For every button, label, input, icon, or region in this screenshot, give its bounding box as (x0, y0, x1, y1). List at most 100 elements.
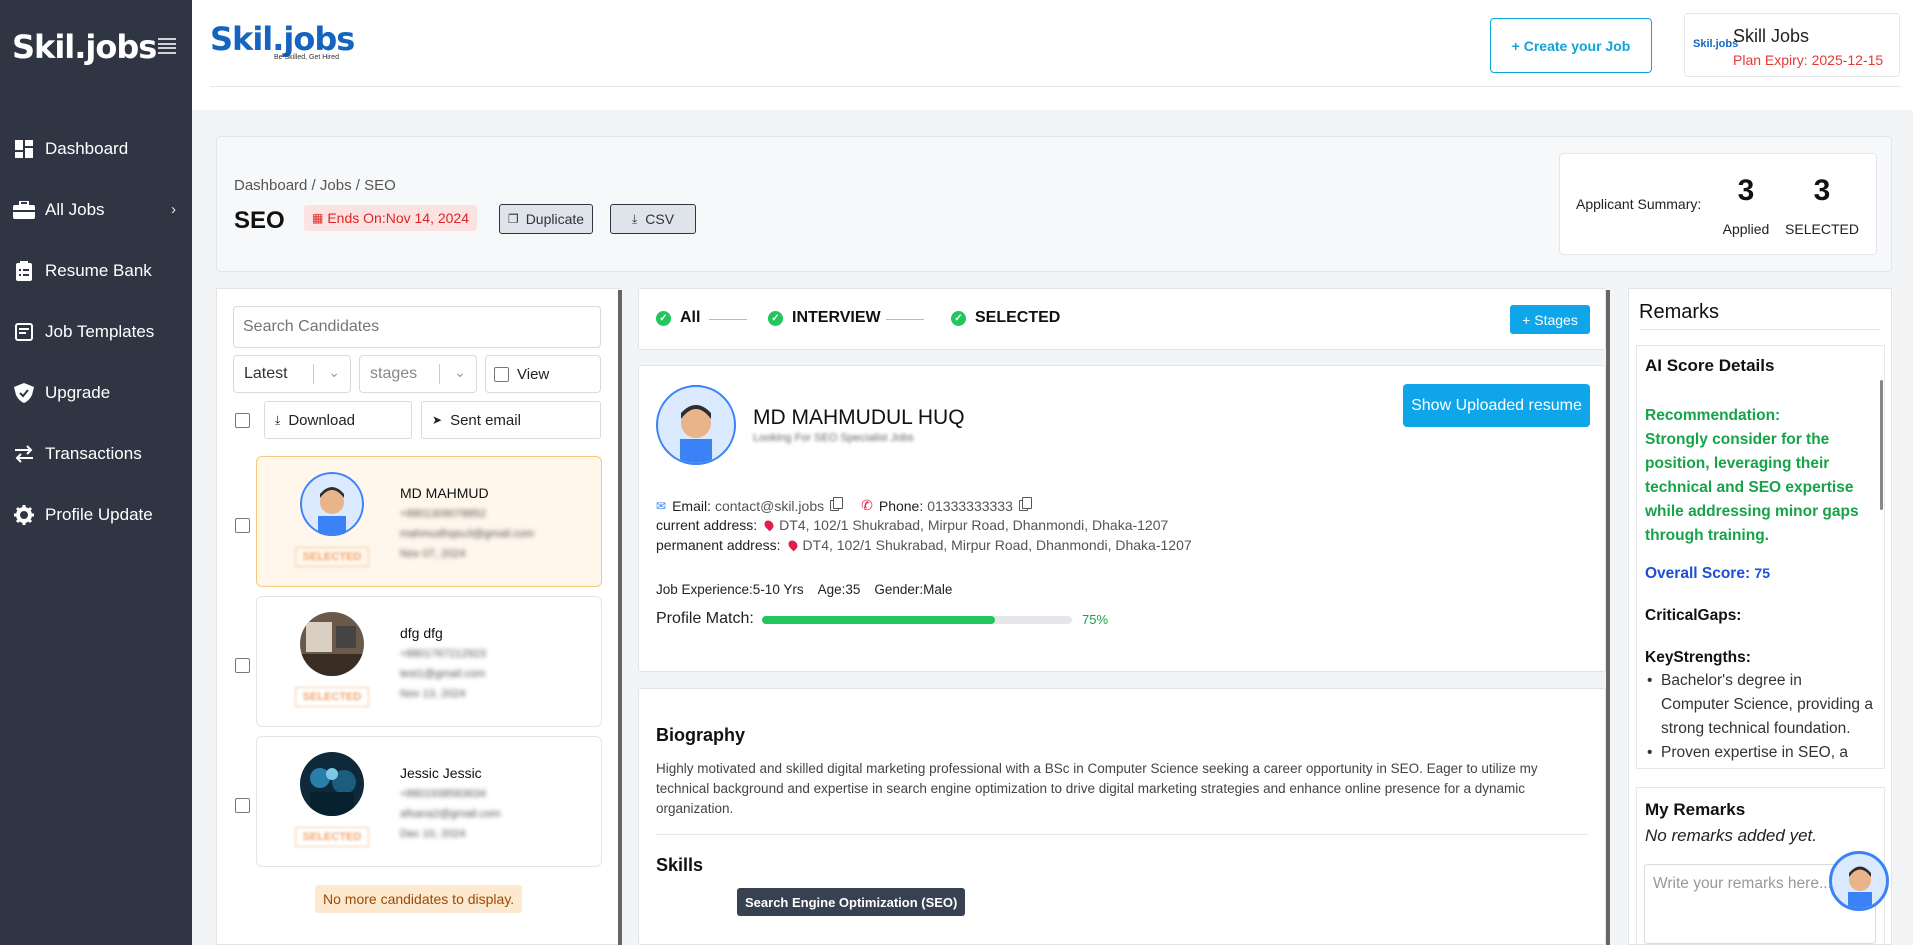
remarks-divider (1639, 329, 1881, 330)
chevron-down-icon: ⌄ (328, 364, 340, 380)
sidebar-menu: Dashboard All Jobs › Resume Bank Job Tem… (0, 118, 192, 545)
company-logo: Skil.jobs (1693, 38, 1739, 50)
recommendation-label: Recommendation: (1645, 407, 1781, 424)
candidate-checkbox[interactable] (235, 518, 250, 533)
check-icon: ✓ (656, 310, 671, 326)
deadline-badge: ▦ Ends On:Nov 14, 2024 (304, 205, 477, 231)
experience-text: Job Experience:5-10 Yrs (656, 582, 804, 597)
select-all-checkbox[interactable] (235, 413, 250, 428)
candidate-name: MD MAHMUD (400, 485, 489, 501)
view-checkbox[interactable] (494, 366, 509, 382)
stage-selected[interactable]: ✓ SELECTED (951, 309, 1060, 327)
sidebar: Skil.jobs Dashboard All Jobs › Resume Ba… (0, 0, 192, 945)
clipboard-icon (13, 260, 35, 282)
sidebar-item-upgrade[interactable]: Upgrade (0, 362, 192, 423)
left-panel-scrollbar[interactable] (618, 290, 622, 945)
section-divider (656, 834, 1588, 835)
stage-filter-bar: ✓ All ✓ INTERVIEW ✓ SELECTED + Stages (638, 288, 1606, 350)
sidebar-item-label: Transactions (45, 443, 142, 463)
selected-label: SELECTED (1785, 221, 1859, 237)
applied-count: 3 (1737, 174, 1755, 207)
key-strengths-label: KeyStrengths: (1645, 649, 1751, 666)
avatar (300, 472, 364, 536)
ai-score-box[interactable]: AI Score Details Recommendation: Strongl… (1636, 345, 1885, 769)
candidate-checkbox[interactable] (235, 658, 250, 673)
stage-all[interactable]: ✓ All (656, 309, 700, 327)
sidebar-item-dashboard[interactable]: Dashboard (0, 118, 192, 179)
phone-label: Phone: (878, 497, 924, 514)
profile-match-value: 75% (1082, 612, 1109, 627)
sidebar-item-label: All Jobs (45, 199, 105, 219)
brand-logo[interactable]: Skil.jobs Be Skilled, Get Hired (210, 20, 355, 61)
candidate-card[interactable]: SELECTED dfg dfg +8801767212923 test1@gm… (256, 596, 602, 727)
csv-label: CSV (645, 211, 675, 227)
assistant-chat-button[interactable] (1829, 851, 1889, 911)
download-icon: ⤓ (275, 412, 281, 427)
briefcase-icon (13, 199, 35, 221)
current-address-label: current address: (656, 517, 758, 533)
search-input[interactable] (233, 306, 601, 348)
send-icon: ➤ (432, 413, 443, 427)
candidate-email: afsana2@gmail.com (400, 808, 501, 820)
show-resume-button[interactable]: Show Uploaded resume (1403, 384, 1590, 427)
brand-logo-text: Skil.jobs (210, 20, 355, 58)
duplicate-button[interactable]: ❐ Duplicate (499, 204, 593, 234)
remarks-panel: Remarks AI Score Details Recommendation:… (1628, 288, 1892, 945)
duplicate-label: Duplicate (525, 211, 585, 227)
candidate-phone: +8801938583634 (400, 788, 486, 800)
menu-toggle-icon[interactable] (158, 38, 176, 54)
sidebar-item-label: Job Templates (45, 321, 155, 341)
avatar (300, 752, 364, 816)
plan-card[interactable]: Skil.jobs Skill Jobs Plan Expiry: 2025-1… (1684, 13, 1900, 77)
send-email-button[interactable]: ➤ Sent email (421, 401, 601, 439)
select-divider (439, 364, 440, 384)
current-address-value: DT4, 102/1 Shukrabad, Mirpur Road, Dhanm… (779, 517, 1169, 533)
add-stages-button[interactable]: + Stages (1510, 305, 1590, 334)
permanent-address-value: DT4, 102/1 Shukrabad, Mirpur Road, Dhanm… (802, 537, 1192, 553)
sidebar-item-transactions[interactable]: Transactions (0, 423, 192, 484)
plan-expiry: Plan Expiry: 2025-12-15 (1733, 52, 1884, 68)
sidebar-item-label: Resume Bank (45, 260, 152, 280)
stages-select[interactable]: stages ⌄ (359, 355, 477, 393)
sidebar-item-label: Profile Update (45, 504, 153, 524)
middle-panel-scrollbar[interactable] (1606, 290, 1610, 945)
create-job-button[interactable]: + Create your Job (1490, 18, 1652, 73)
header-divider (210, 86, 1901, 87)
gender-text: Gender:Male (874, 582, 953, 597)
recommendation: Recommendation: Strongly consider for th… (1645, 404, 1873, 548)
sidebar-item-resume-bank[interactable]: Resume Bank (0, 240, 192, 301)
download-button[interactable]: ⤓ Download (264, 401, 412, 439)
calendar-icon: ▦ (312, 211, 324, 225)
phone-icon: ✆ (861, 497, 873, 513)
list-item: Bachelor's degree in Computer Science, p… (1645, 669, 1873, 741)
candidate-card[interactable]: SELECTED Jessic Jessic +8801938583634 af… (256, 736, 602, 867)
copy-email-icon[interactable] (830, 497, 844, 511)
biography-text: Highly motivated and skilled digital mar… (656, 761, 1538, 816)
sort-select[interactable]: Latest ⌄ (233, 355, 351, 393)
sidebar-item-all-jobs[interactable]: All Jobs › (0, 179, 192, 240)
csv-button[interactable]: ⤓ CSV (610, 204, 696, 234)
sidebar-logo[interactable]: Skil.jobs (12, 28, 157, 66)
breadcrumb[interactable]: Dashboard / Jobs / SEO (234, 177, 396, 194)
remarks-title: Remarks (1639, 301, 1720, 323)
email-value[interactable]: contact@skil.jobs (715, 498, 824, 514)
stage-interview[interactable]: ✓ INTERVIEW (768, 309, 881, 327)
sidebar-item-job-templates[interactable]: Job Templates (0, 301, 192, 362)
ai-box-scrollbar[interactable] (1880, 380, 1883, 510)
overall-score-label: Overall Score: (1645, 565, 1751, 582)
overall-score: Overall Score: 75 (1645, 565, 1873, 583)
sidebar-item-profile-update[interactable]: Profile Update (0, 484, 192, 545)
copy-phone-icon[interactable] (1018, 497, 1032, 511)
chevron-down-icon: ⌄ (454, 364, 466, 380)
select-divider (313, 364, 314, 384)
candidate-checkbox[interactable] (235, 798, 250, 813)
candidate-email: test1@gmail.com (400, 668, 486, 680)
gear-icon (13, 504, 35, 526)
candidate-card[interactable]: SELECTED MD MAHMUD +8801309078852 mahmud… (256, 456, 602, 587)
profile-match-label: Profile Match: (656, 610, 754, 627)
phone-value[interactable]: 01333333333 (927, 498, 1013, 514)
current-address-row: current address: DT4, 102/1 Shukrabad, M… (656, 517, 1168, 533)
candidate-phone: +8801309078852 (400, 508, 486, 520)
permanent-address-row: permanent address: DT4, 102/1 Shukrabad,… (656, 537, 1192, 553)
view-toggle[interactable]: View (485, 355, 601, 393)
